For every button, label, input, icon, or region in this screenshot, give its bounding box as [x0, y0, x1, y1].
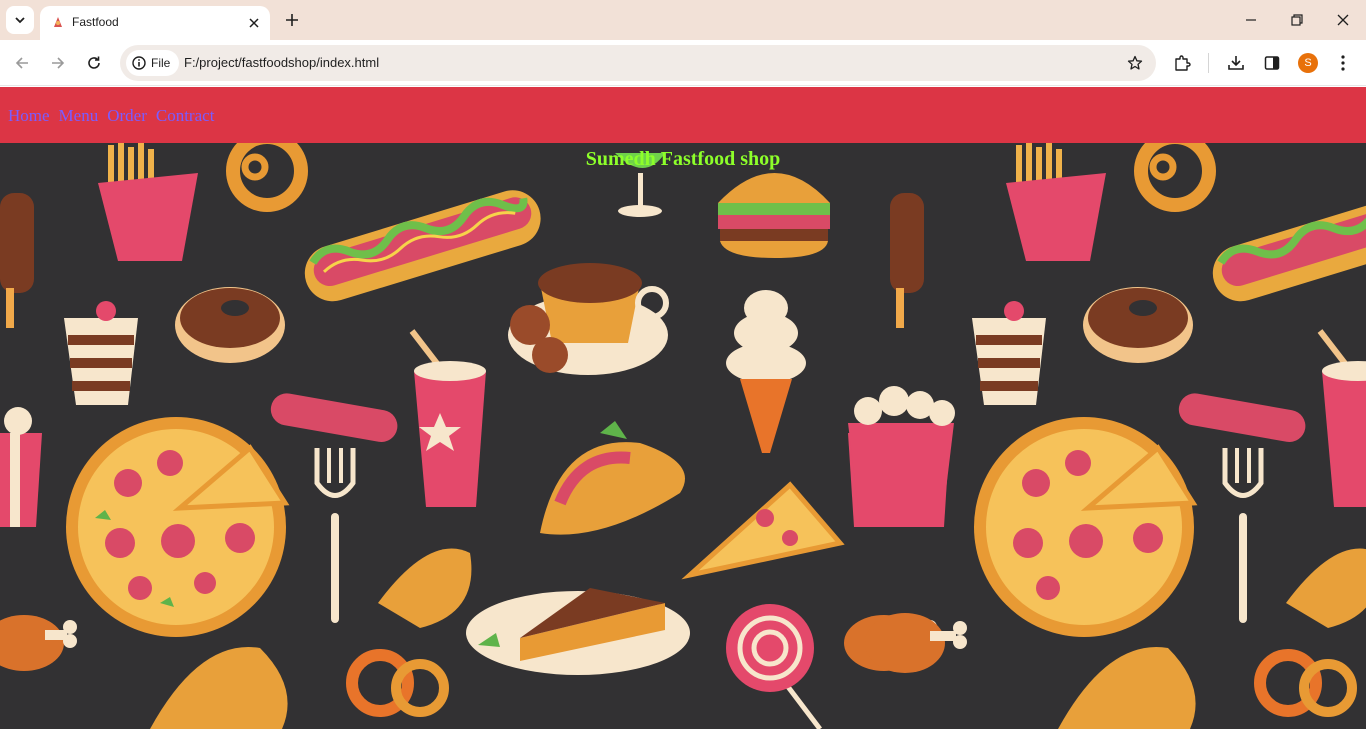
nav-links: Home Menu Order Contract	[8, 106, 214, 126]
page-viewport: Home Menu Order Contract Sumedh Fastfood…	[0, 87, 1366, 729]
address-bar[interactable]: File F:/project/fastfoodshop/index.html	[120, 45, 1156, 81]
close-icon	[249, 18, 259, 28]
kebab-menu-icon	[1341, 55, 1345, 71]
minimize-icon	[1246, 19, 1256, 21]
url-text[interactable]: F:/project/fastfoodshop/index.html	[184, 55, 379, 70]
bookmark-button[interactable]	[1124, 52, 1146, 74]
site-info-chip[interactable]: File	[126, 50, 180, 76]
reload-icon	[88, 56, 100, 69]
nav-home-link[interactable]: Home	[8, 106, 50, 126]
browser-tab[interactable]: Fastfood	[40, 6, 270, 40]
extensions-button[interactable]	[1169, 50, 1195, 76]
info-icon	[132, 56, 146, 70]
arrow-left-icon	[15, 57, 28, 69]
nav-menu-link[interactable]: Menu	[59, 106, 99, 126]
forward-button[interactable]	[45, 50, 71, 76]
downloads-button[interactable]	[1223, 50, 1249, 76]
profile-avatar[interactable]: S	[1298, 53, 1318, 73]
tab-strip: Fastfood	[0, 0, 1366, 40]
chevron-down-icon	[15, 17, 25, 24]
close-icon	[1337, 14, 1349, 26]
download-icon	[1228, 56, 1244, 70]
puzzle-icon	[1175, 55, 1191, 71]
menu-button[interactable]	[1330, 50, 1356, 76]
toolbar-divider	[1208, 53, 1209, 73]
minimize-button[interactable]	[1236, 6, 1266, 34]
side-panel-icon	[1264, 56, 1280, 70]
restore-icon	[1291, 14, 1303, 26]
site-navbar: Home Menu Order Contract	[0, 87, 1366, 143]
fastfood-pattern-background	[0, 143, 1366, 729]
browser-toolbar: File F:/project/fastfoodshop/index.html …	[0, 40, 1366, 86]
favicon-icon	[54, 17, 62, 27]
tab-close-button[interactable]	[246, 15, 262, 31]
nav-contract-link[interactable]: Contract	[156, 106, 215, 126]
tab-title: Fastfood	[72, 15, 119, 29]
nav-order-link[interactable]: Order	[107, 106, 147, 126]
plus-icon	[286, 14, 298, 26]
reload-button[interactable]	[81, 50, 107, 76]
star-icon	[1127, 55, 1143, 70]
fast-food-illustrations	[0, 143, 1366, 729]
new-tab-button[interactable]	[280, 8, 304, 32]
restore-button[interactable]	[1282, 6, 1312, 34]
close-window-button[interactable]	[1328, 6, 1358, 34]
hero-section: Sumedh Fastfood shop	[0, 143, 1366, 729]
shop-title: Sumedh Fastfood shop	[585, 148, 781, 170]
tab-search-button[interactable]	[6, 6, 34, 34]
side-panel-button[interactable]	[1259, 50, 1285, 76]
site-chip-label: File	[151, 56, 171, 70]
back-button[interactable]	[9, 50, 35, 76]
arrow-right-icon	[52, 57, 65, 69]
